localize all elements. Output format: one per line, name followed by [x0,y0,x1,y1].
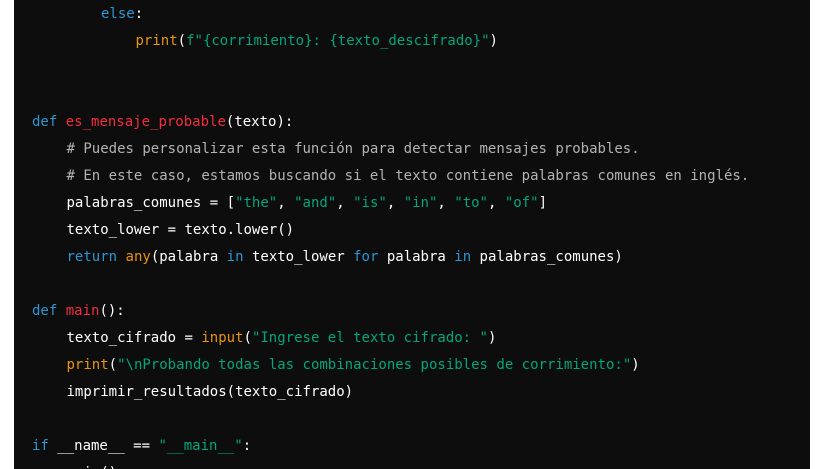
code-token: , [437,195,455,211]
code-token: # En este caso, estamos buscando si el t… [66,168,750,184]
code-token: imprimir_resultados(texto_cifrado) [66,384,354,400]
code-panel: else: print(f"{corrimiento}: {texto_desci… [14,0,810,469]
code-token: def [32,114,58,130]
code-token: ] [538,195,547,211]
code-token: "the" [235,195,278,211]
code-token: : [242,438,252,454]
code-token: in [226,249,244,265]
code-line: else: [101,1,143,28]
code-token: palabra [378,249,455,265]
code-line: main() [67,460,118,469]
code-token: __name__ == [48,438,159,454]
code-token: def [32,303,58,319]
code-token: palabras_comunes = [ [66,195,236,211]
code-line: if __name__ == "__main__": [32,433,251,460]
code-line: palabras_comunes = ["the", "and", "is", … [67,190,548,217]
code-line: # En este caso, estamos buscando si el t… [67,163,750,190]
code-token: ( [108,357,118,373]
code-token: # Puedes personalizar esta función para … [66,141,640,157]
code-line: print(f"{corrimiento}: {texto_descifrado… [136,28,498,55]
code-token: in [454,249,472,265]
code-line: print("\nProbando todas las combinacione… [67,352,640,379]
code-token: , [386,195,404,211]
code-token: if [32,438,49,454]
code-token: es_mensaje_probable [65,114,226,130]
code-token: (texto): [225,114,294,130]
code-token: texto_cifrado = [66,330,202,346]
code-token: "of" [504,195,539,211]
code-token: "\nProbando todas las combinaciones posi… [117,357,632,373]
code-token: return [66,249,118,265]
code-token: any [125,249,151,265]
code-token: palabras_comunes) [471,249,623,265]
code-token: texto_lower [243,249,354,265]
code-token: ) [631,357,640,373]
code-line: # Puedes personalizar esta función para … [67,136,640,163]
code-line: return any(palabra in texto_lower for pa… [67,244,623,271]
code-token: "in" [403,195,438,211]
code-token: , [487,195,505,211]
code-token: ( [177,33,187,49]
code-token: "is" [353,195,387,211]
code-token: main [65,303,100,319]
code-line: texto_lower = texto.lower() [67,217,295,244]
code-line: def main(): [32,298,125,325]
code-token: print [66,357,109,373]
code-token: "to" [454,195,488,211]
code-token: "Ingrese el texto cifrado: " [251,330,488,346]
code-token: (palabra [150,249,227,265]
code-token: ) [487,330,497,346]
code-token: print [135,33,178,49]
code-token: , [277,195,295,211]
code-token: "and" [294,195,337,211]
code-line: def es_mensaje_probable(texto): [32,109,293,136]
code-token: ) [489,33,498,49]
code-token: "__main__" [158,438,243,454]
code-line: texto_cifrado = input("Ingrese el texto … [67,325,497,352]
code-token: input [201,330,244,346]
code-line: imprimir_resultados(texto_cifrado) [67,379,354,406]
code-token: f"{corrimiento}: {texto_descifrado}" [186,33,490,49]
code-token: texto_lower = texto.lower() [66,222,295,238]
code-token: (): [99,303,125,319]
code-token: : [134,6,144,22]
code-token: else [101,6,135,22]
code-token: main() [67,465,118,469]
code-token: ( [243,330,252,346]
code-token: , [336,195,354,211]
code-token: for [353,249,379,265]
